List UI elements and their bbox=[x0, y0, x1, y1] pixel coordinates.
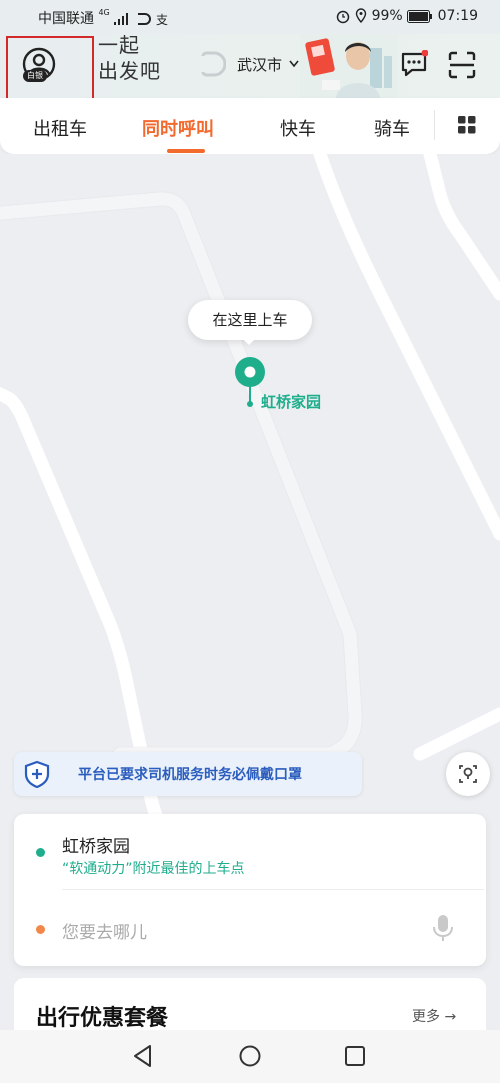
clock: 07:19 bbox=[437, 8, 478, 24]
slogan-line1: 一起 bbox=[98, 33, 140, 57]
locate-icon bbox=[459, 765, 477, 783]
status-right: 99% 07:19 bbox=[335, 8, 478, 24]
tab-simultaneous-call[interactable]: 同时呼叫 bbox=[142, 115, 214, 141]
message-icon[interactable] bbox=[400, 50, 428, 78]
promo-title: 出行优惠套餐 bbox=[36, 1006, 169, 1031]
didi-app-icon bbox=[137, 13, 151, 25]
recent-apps-icon[interactable] bbox=[344, 1045, 366, 1067]
more-services-grid-icon[interactable] bbox=[458, 116, 476, 134]
status-bar: 中国联通 4G 支 99% 07:19 bbox=[0, 0, 500, 34]
location-icon bbox=[355, 8, 367, 24]
promo-banner-image[interactable] bbox=[300, 34, 398, 98]
battery-percent: 99% bbox=[371, 8, 403, 24]
shield-plus-icon bbox=[24, 760, 50, 788]
highlight-box bbox=[6, 36, 94, 102]
svg-text:支: 支 bbox=[156, 13, 168, 26]
pin-location-label: 虹桥家园 bbox=[261, 393, 322, 411]
active-tab-indicator bbox=[167, 149, 205, 153]
notice-text: 平台已要求司机服务时务必佩戴口罩 bbox=[78, 767, 302, 783]
signal-icon bbox=[114, 13, 129, 25]
destination-dot bbox=[36, 925, 45, 934]
chevron-down-icon bbox=[289, 60, 299, 68]
tab-express[interactable]: 快车 bbox=[280, 115, 316, 141]
pickup-hint: “软通动力”附近最佳的上车点 bbox=[62, 861, 245, 877]
home-icon[interactable] bbox=[239, 1045, 261, 1067]
destination-input[interactable]: 您要去哪儿 bbox=[62, 918, 147, 943]
status-left: 中国联通 4G 支 bbox=[38, 8, 171, 28]
callout-tip bbox=[242, 338, 256, 345]
alipay-icon: 支 bbox=[156, 13, 168, 26]
carrier-label: 中国联通 bbox=[38, 11, 94, 27]
locate-button[interactable] bbox=[446, 752, 490, 796]
pickup-callout[interactable]: 在这里上车 bbox=[188, 300, 312, 340]
tab-divider bbox=[434, 110, 435, 140]
tab-bike[interactable]: 骑车 bbox=[374, 115, 410, 141]
slogan-line2: 出发吧 bbox=[98, 59, 161, 83]
card-divider bbox=[62, 889, 484, 890]
alarm-icon bbox=[336, 10, 349, 24]
more-link[interactable]: 更多 → bbox=[412, 1006, 456, 1026]
battery-icon bbox=[407, 9, 433, 23]
microphone-icon[interactable] bbox=[432, 914, 454, 942]
back-icon[interactable] bbox=[132, 1044, 154, 1068]
didi-logo-icon bbox=[201, 51, 226, 77]
scan-icon[interactable] bbox=[447, 50, 477, 80]
city-selector[interactable]: 武汉市 bbox=[237, 54, 282, 75]
slogan: 一起 出发吧 bbox=[98, 32, 161, 84]
service-tabs: 出租车 同时呼叫 快车 骑车 bbox=[0, 98, 500, 154]
pickup-name[interactable]: 虹桥家园 bbox=[62, 832, 130, 857]
network-type: 4G bbox=[98, 8, 110, 17]
pickup-dot bbox=[36, 848, 45, 857]
tab-taxi[interactable]: 出租车 bbox=[33, 115, 87, 141]
